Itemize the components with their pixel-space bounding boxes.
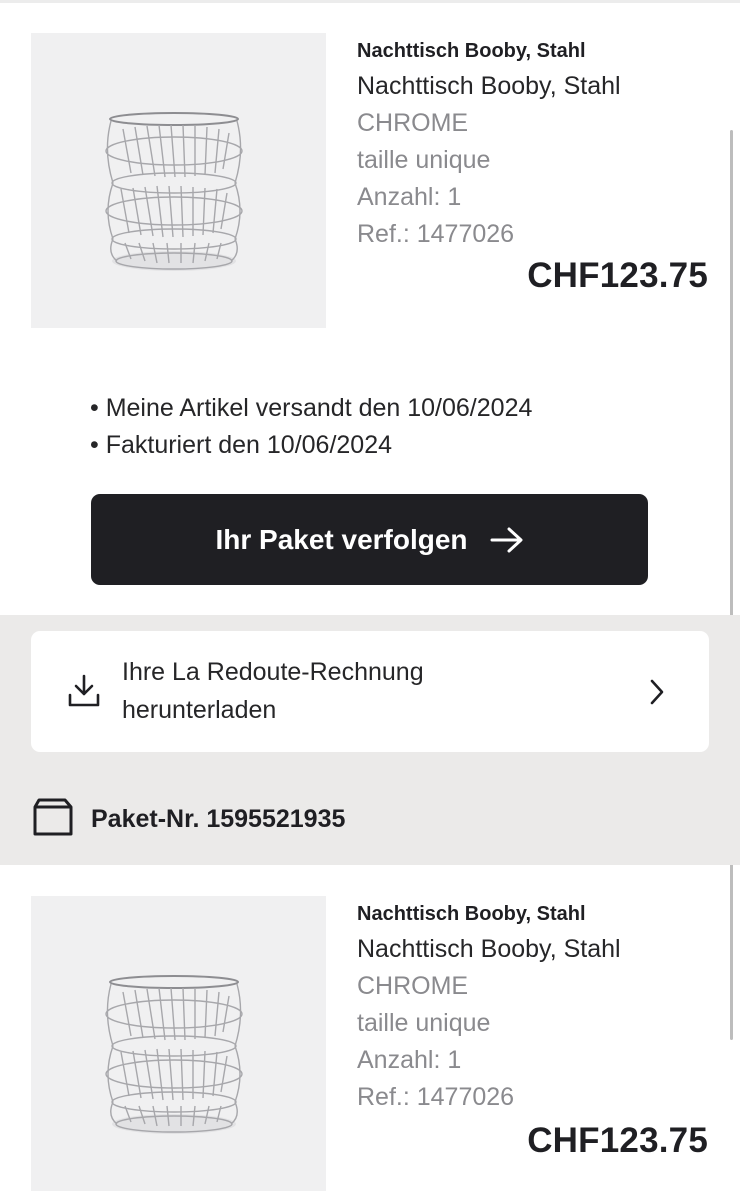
product-item[interactable]: Nachttisch Booby, Stahl Nachttisch Booby… [0, 896, 740, 1196]
product-size: taille unique [357, 146, 491, 174]
download-invoice-line1: Ihre La Redoute-Rechnung [122, 658, 424, 686]
shipped-date: • Meine Artikel versandt den 10/06/2024 [90, 394, 533, 422]
product-size: taille unique [357, 1009, 491, 1037]
product-name: Nachttisch Booby, Stahl [357, 935, 621, 963]
product-color: CHROME [357, 972, 469, 1000]
product-title[interactable]: Nachttisch Booby, Stahl [357, 34, 717, 68]
product-ref: Ref.: 1477026 [357, 1083, 515, 1111]
chevron-right-icon [649, 679, 665, 710]
download-icon [67, 673, 101, 714]
track-package-label: Ihr Paket verfolgen [215, 523, 468, 555]
download-invoice-text: Ihre La Redoute-Rechnung herunterladen [122, 653, 542, 729]
product-info: Nachttisch Booby, Stahl Nachttisch Booby… [357, 896, 717, 1116]
product-image[interactable] [31, 896, 326, 1191]
product-price: CHF123.75 [527, 256, 708, 295]
side-table-image [105, 975, 243, 1134]
product-quantity: Anzahl: 1 [357, 183, 462, 211]
product-image[interactable] [31, 33, 326, 328]
shipment-status: • Meine Artikel versandt den 10/06/2024 … [90, 390, 532, 464]
product-title[interactable]: Nachttisch Booby, Stahl [357, 897, 717, 931]
invoiced-date: • Fakturiert den 10/06/2024 [90, 431, 393, 459]
product-item[interactable]: Nachttisch Booby, Stahl Nachttisch Booby… [0, 33, 740, 333]
track-package-button[interactable]: Ihr Paket verfolgen [91, 494, 648, 585]
product-info: Nachttisch Booby, Stahl Nachttisch Booby… [357, 33, 717, 253]
product-price: CHF123.75 [527, 1121, 708, 1160]
top-divider [0, 0, 740, 3]
arrow-right-icon [490, 527, 524, 553]
package-number: Paket-Nr. 1595521935 [91, 805, 346, 833]
product-color: CHROME [357, 109, 469, 137]
download-invoice-line2: herunterladen [122, 696, 277, 724]
product-quantity: Anzahl: 1 [357, 1046, 462, 1074]
side-table-image [105, 112, 243, 271]
product-ref: Ref.: 1477026 [357, 220, 515, 248]
download-invoice-button[interactable]: Ihre La Redoute-Rechnung herunterladen [31, 631, 709, 752]
product-name: Nachttisch Booby, Stahl [357, 72, 621, 100]
box-icon [33, 797, 73, 842]
